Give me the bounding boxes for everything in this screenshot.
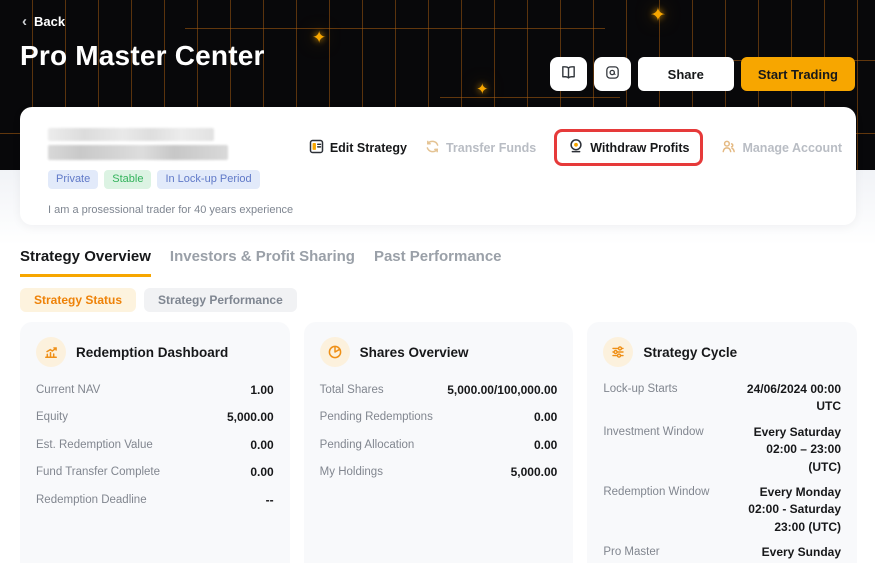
stat-value: 5,000.00 [227, 409, 274, 426]
stat-label: My Holdings [320, 464, 383, 481]
pie-chart-icon [320, 337, 350, 367]
withdraw-profits-label: Withdraw Profits [590, 141, 689, 155]
circuit-line [185, 28, 605, 29]
stat-value: -- [266, 492, 274, 509]
stat-row: Fund Transfer Complete 0.00 [36, 459, 274, 486]
sparkle-icon [476, 80, 489, 98]
sparkle-icon [312, 28, 326, 48]
stat-label: Pending Redemptions [320, 409, 433, 426]
stat-label: Fund Transfer Complete [36, 464, 160, 481]
transfer-funds-button[interactable]: Transfer Funds [425, 139, 536, 157]
stat-row: Current NAV 1.00 [36, 377, 274, 404]
transfer-funds-label: Transfer Funds [446, 141, 536, 155]
sub-tab-bar: Strategy Status Strategy Performance [20, 288, 297, 312]
stat-value: 0.00 [534, 409, 557, 426]
card-title: Redemption Dashboard [76, 345, 228, 360]
stat-value: Every Sunday 02:00 – 23:00 (UTC) [731, 544, 841, 563]
stat-value: 0.00 [250, 437, 273, 454]
tab-investors-profit-sharing[interactable]: Investors & Profit Sharing [170, 248, 355, 277]
back-chevron-icon: ‹ [22, 14, 27, 29]
redemption-dashboard-card: Redemption Dashboard Current NAV 1.00 Eq… [20, 322, 290, 563]
stat-label: Investment Window [603, 424, 721, 441]
subtab-strategy-status[interactable]: Strategy Status [20, 288, 136, 312]
pro-master-center-page: ‹ Back Pro Master Center Share Start Tra [0, 0, 875, 563]
trader-description: I am a prosessional trader for 40 years … [48, 204, 828, 216]
stat-row: Investment Window Every Saturday 02:00 –… [603, 420, 841, 480]
stat-label: Total Shares [320, 382, 384, 399]
withdraw-profits-icon [568, 138, 584, 157]
stat-value: 0.00 [250, 464, 273, 481]
redacted-trader-name [48, 145, 228, 160]
share-button[interactable]: Share [638, 57, 734, 91]
start-trading-button[interactable]: Start Trading [741, 57, 855, 91]
stat-row: Total Shares 5,000.00/100,000.00 [320, 377, 558, 404]
stat-label: Lock-up Starts [603, 381, 721, 398]
sliders-icon [603, 337, 633, 367]
edit-strategy-label: Edit Strategy [330, 141, 407, 155]
stat-label: Pending Allocation [320, 437, 415, 454]
sparkle-icon [650, 4, 666, 27]
stat-label: Redemption Window [603, 484, 721, 501]
stat-value: 0.00 [534, 437, 557, 454]
stat-label: Current NAV [36, 382, 100, 399]
page-title: Pro Master Center [20, 40, 265, 72]
stat-row: Equity 5,000.00 [36, 404, 274, 431]
stat-row: Redemption Window Every Monday 02:00 - S… [603, 480, 841, 540]
card-title: Shares Overview [360, 345, 469, 360]
growth-chart-icon [36, 337, 66, 367]
transfer-funds-icon [425, 139, 440, 157]
card-title: Strategy Cycle [643, 345, 737, 360]
book-icon [560, 64, 577, 84]
card-header: Shares Overview [320, 337, 558, 367]
stat-row: Pending Allocation 0.00 [320, 432, 558, 459]
tab-past-performance[interactable]: Past Performance [374, 248, 502, 277]
stat-row: Pro Master Redemption Processing Phase E… [603, 540, 841, 563]
withdraw-profits-button[interactable]: Withdraw Profits [554, 129, 703, 166]
stat-value: 1.00 [250, 382, 273, 399]
subtab-strategy-performance[interactable]: Strategy Performance [144, 288, 297, 312]
shares-overview-card: Shares Overview Total Shares 5,000.00/10… [304, 322, 574, 563]
guide-button[interactable] [594, 57, 631, 91]
stat-label: Pro Master Redemption Processing Phase [603, 544, 721, 563]
profile-action-bar: Edit Strategy Transfer Funds [309, 129, 842, 166]
stat-row: My Holdings 5,000.00 [320, 459, 558, 486]
edit-strategy-button[interactable]: Edit Strategy [309, 139, 407, 157]
stat-value: 5,000.00/100,000.00 [447, 382, 557, 399]
status-badge-private: Private [48, 170, 98, 189]
hero-action-bar: Share Start Trading [550, 57, 855, 91]
profile-card: Private Stable In Lock-up Period I am a … [20, 107, 856, 225]
stat-value: Every Monday 02:00 - Saturday 23:00 (UTC… [731, 484, 841, 536]
card-header: Strategy Cycle [603, 337, 841, 367]
stat-label: Est. Redemption Value [36, 437, 153, 454]
status-badge-stable: Stable [104, 170, 151, 189]
manage-account-button[interactable]: Manage Account [721, 139, 842, 157]
card-header: Redemption Dashboard [36, 337, 274, 367]
manage-account-label: Manage Account [742, 141, 842, 155]
manage-account-icon [721, 139, 736, 157]
stat-row: Pending Redemptions 0.00 [320, 404, 558, 431]
back-button[interactable]: ‹ Back [22, 14, 65, 29]
circuit-line [440, 97, 620, 98]
stat-value: 5,000.00 [511, 464, 558, 481]
stat-row: Redemption Deadline -- [36, 487, 274, 514]
tab-strategy-overview[interactable]: Strategy Overview [20, 248, 151, 277]
stat-value: Every Saturday 02:00 – 23:00 (UTC) [731, 424, 841, 476]
stat-label: Equity [36, 409, 68, 426]
stat-value: 24/06/2024 00:00 UTC [731, 381, 841, 416]
redacted-trader-name [48, 128, 214, 141]
badge-row: Private Stable In Lock-up Period [48, 170, 828, 189]
guide-icon [604, 64, 621, 84]
stat-row: Lock-up Starts 24/06/2024 00:00 UTC [603, 377, 841, 420]
overview-cards: Redemption Dashboard Current NAV 1.00 Eq… [20, 322, 857, 563]
stat-row: Est. Redemption Value 0.00 [36, 432, 274, 459]
stat-label: Redemption Deadline [36, 492, 147, 509]
strategy-cycle-card: Strategy Cycle Lock-up Starts 24/06/2024… [587, 322, 857, 563]
edit-strategy-icon [309, 139, 324, 157]
main-tab-bar: Strategy Overview Investors & Profit Sha… [20, 248, 502, 277]
status-badge-lockup: In Lock-up Period [157, 170, 259, 189]
handbook-button[interactable] [550, 57, 587, 91]
back-label: Back [34, 14, 65, 29]
